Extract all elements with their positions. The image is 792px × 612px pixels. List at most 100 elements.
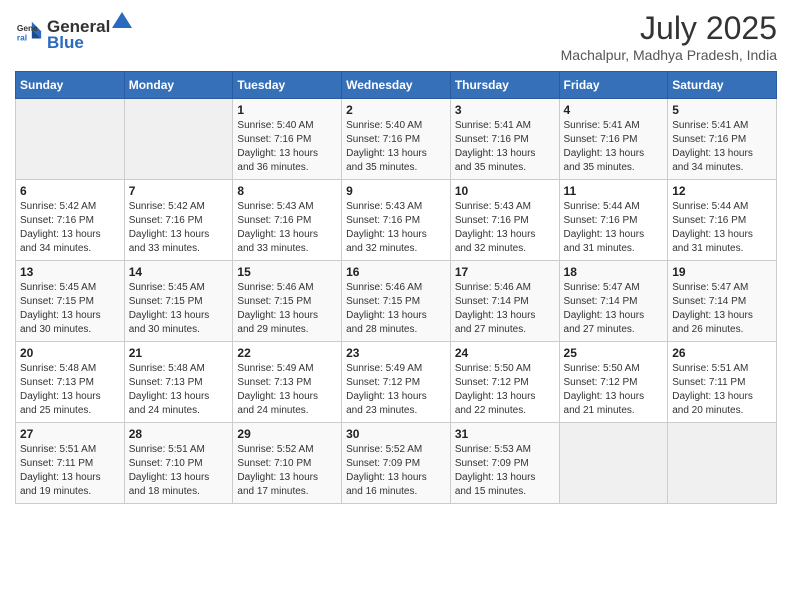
calendar-cell: [668, 423, 777, 504]
day-number: 23: [346, 346, 446, 360]
calendar-week-row: 1 Sunrise: 5:40 AMSunset: 7:16 PMDaylight…: [16, 99, 777, 180]
day-number: 3: [455, 103, 555, 117]
calendar-cell: 14 Sunrise: 5:45 AMSunset: 7:15 PMDayligh…: [124, 261, 233, 342]
day-number: 12: [672, 184, 772, 198]
day-number: 10: [455, 184, 555, 198]
day-number: 11: [564, 184, 664, 198]
day-info: Sunrise: 5:43 AMSunset: 7:16 PMDaylight:…: [455, 200, 555, 256]
day-number: 22: [237, 346, 337, 360]
day-info: Sunrise: 5:52 AMSunset: 7:09 PMDaylight:…: [346, 443, 446, 499]
weekday-header: Friday: [559, 72, 668, 99]
calendar-week-row: 20 Sunrise: 5:48 AMSunset: 7:13 PMDayligh…: [16, 342, 777, 423]
weekday-header: Tuesday: [233, 72, 342, 99]
calendar-cell: 19 Sunrise: 5:47 AMSunset: 7:14 PMDayligh…: [668, 261, 777, 342]
weekday-header: Monday: [124, 72, 233, 99]
calendar-cell: 12Sunrise: 5:44 AMSunset: 7:16 PMDayligh…: [668, 180, 777, 261]
day-number: 19: [672, 265, 772, 279]
day-info: Sunrise: 5:48 AMSunset: 7:13 PMDaylight:…: [20, 362, 120, 418]
calendar-cell: 28Sunrise: 5:51 AMSunset: 7:10 PMDayligh…: [124, 423, 233, 504]
day-number: 27: [20, 427, 120, 441]
calendar-cell: 22 Sunrise: 5:49 AMSunset: 7:13 PMDayligh…: [233, 342, 342, 423]
calendar-cell: 8Sunrise: 5:43 AMSunset: 7:16 PMDaylight…: [233, 180, 342, 261]
calendar-cell: 31Sunrise: 5:53 AMSunset: 7:09 PMDayligh…: [450, 423, 559, 504]
weekday-header: Thursday: [450, 72, 559, 99]
calendar-cell: 5 Sunrise: 5:41 AMSunset: 7:16 PMDaylight…: [668, 99, 777, 180]
calendar-cell: [124, 99, 233, 180]
day-info: Sunrise: 5:47 AMSunset: 7:14 PMDaylight:…: [672, 281, 772, 337]
day-info: Sunrise: 5:41 AMSunset: 7:16 PMDaylight:…: [564, 119, 664, 175]
day-number: 18: [564, 265, 664, 279]
day-info: Sunrise: 5:43 AMSunset: 7:16 PMDaylight:…: [237, 200, 337, 256]
day-number: 1: [237, 103, 337, 117]
calendar-cell: [16, 99, 125, 180]
calendar-cell: 30 Sunrise: 5:52 AMSunset: 7:09 PMDayligh…: [342, 423, 451, 504]
day-info: Sunrise: 5:42 AMSunset: 7:16 PMDaylight:…: [129, 200, 229, 256]
day-number: 5: [672, 103, 772, 117]
calendar-cell: 4 Sunrise: 5:41 AMSunset: 7:16 PMDaylight…: [559, 99, 668, 180]
calendar-cell: 23 Sunrise: 5:49 AMSunset: 7:12 PMDayligh…: [342, 342, 451, 423]
day-number: 4: [564, 103, 664, 117]
location: Machalpur, Madhya Pradesh, India: [561, 47, 777, 63]
month-year: July 2025: [561, 10, 777, 47]
day-info: Sunrise: 5:51 AMSunset: 7:11 PMDaylight:…: [20, 443, 120, 499]
day-info: Sunrise: 5:45 AMSunset: 7:15 PMDaylight:…: [20, 281, 120, 337]
day-info: Sunrise: 5:46 AMSunset: 7:15 PMDaylight:…: [346, 281, 446, 337]
day-number: 9: [346, 184, 446, 198]
day-number: 17: [455, 265, 555, 279]
svg-text:ral: ral: [17, 32, 27, 42]
calendar-cell: 25 Sunrise: 5:50 AMSunset: 7:12 PMDayligh…: [559, 342, 668, 423]
calendar-cell: 7 Sunrise: 5:42 AMSunset: 7:16 PMDaylight…: [124, 180, 233, 261]
calendar-cell: 29 Sunrise: 5:52 AMSunset: 7:10 PMDayligh…: [233, 423, 342, 504]
calendar-cell: 15Sunrise: 5:46 AMSunset: 7:15 PMDayligh…: [233, 261, 342, 342]
day-info: Sunrise: 5:44 AMSunset: 7:16 PMDaylight:…: [564, 200, 664, 256]
day-number: 16: [346, 265, 446, 279]
day-info: Sunrise: 5:49 AMSunset: 7:13 PMDaylight:…: [237, 362, 337, 418]
calendar-cell: 24Sunrise: 5:50 AMSunset: 7:12 PMDayligh…: [450, 342, 559, 423]
calendar-cell: 10 Sunrise: 5:43 AMSunset: 7:16 PMDayligh…: [450, 180, 559, 261]
day-number: 14: [129, 265, 229, 279]
day-number: 30: [346, 427, 446, 441]
weekday-header: Wednesday: [342, 72, 451, 99]
day-info: Sunrise: 5:45 AMSunset: 7:15 PMDaylight:…: [129, 281, 229, 337]
logo-triangle-icon: [111, 10, 133, 32]
calendar-cell: 26Sunrise: 5:51 AMSunset: 7:11 PMDayligh…: [668, 342, 777, 423]
calendar-cell: [559, 423, 668, 504]
calendar-cell: 20 Sunrise: 5:48 AMSunset: 7:13 PMDayligh…: [16, 342, 125, 423]
day-info: Sunrise: 5:51 AMSunset: 7:10 PMDaylight:…: [129, 443, 229, 499]
logo-text: General Blue: [47, 10, 134, 53]
day-number: 26: [672, 346, 772, 360]
day-number: 25: [564, 346, 664, 360]
calendar-week-row: 27 Sunrise: 5:51 AMSunset: 7:11 PMDayligh…: [16, 423, 777, 504]
day-info: Sunrise: 5:48 AMSunset: 7:13 PMDaylight:…: [129, 362, 229, 418]
day-info: Sunrise: 5:52 AMSunset: 7:10 PMDaylight:…: [237, 443, 337, 499]
calendar-cell: 2Sunrise: 5:40 AMSunset: 7:16 PMDaylight…: [342, 99, 451, 180]
weekday-header: Saturday: [668, 72, 777, 99]
day-info: Sunrise: 5:42 AMSunset: 7:16 PMDaylight:…: [20, 200, 120, 256]
day-info: Sunrise: 5:49 AMSunset: 7:12 PMDaylight:…: [346, 362, 446, 418]
calendar-table: SundayMondayTuesdayWednesdayThursdayFrid…: [15, 71, 777, 504]
day-info: Sunrise: 5:40 AMSunset: 7:16 PMDaylight:…: [346, 119, 446, 175]
calendar-cell: 11 Sunrise: 5:44 AMSunset: 7:16 PMDayligh…: [559, 180, 668, 261]
calendar-cell: 13Sunrise: 5:45 AMSunset: 7:15 PMDayligh…: [16, 261, 125, 342]
weekday-header: Sunday: [16, 72, 125, 99]
day-number: 31: [455, 427, 555, 441]
day-number: 15: [237, 265, 337, 279]
day-info: Sunrise: 5:40 AMSunset: 7:16 PMDaylight:…: [237, 119, 337, 175]
page-header: Gene ral General Blue July 2025 Machalpu…: [15, 10, 777, 63]
calendar-cell: 16 Sunrise: 5:46 AMSunset: 7:15 PMDayligh…: [342, 261, 451, 342]
day-info: Sunrise: 5:41 AMSunset: 7:16 PMDaylight:…: [455, 119, 555, 175]
calendar-cell: 21Sunrise: 5:48 AMSunset: 7:13 PMDayligh…: [124, 342, 233, 423]
day-info: Sunrise: 5:43 AMSunset: 7:16 PMDaylight:…: [346, 200, 446, 256]
day-info: Sunrise: 5:50 AMSunset: 7:12 PMDaylight:…: [564, 362, 664, 418]
day-number: 24: [455, 346, 555, 360]
calendar-cell: 17Sunrise: 5:46 AMSunset: 7:14 PMDayligh…: [450, 261, 559, 342]
weekday-header-row: SundayMondayTuesdayWednesdayThursdayFrid…: [16, 72, 777, 99]
calendar-cell: 3 Sunrise: 5:41 AMSunset: 7:16 PMDaylight…: [450, 99, 559, 180]
day-info: Sunrise: 5:41 AMSunset: 7:16 PMDaylight:…: [672, 119, 772, 175]
calendar-week-row: 13Sunrise: 5:45 AMSunset: 7:15 PMDayligh…: [16, 261, 777, 342]
calendar-cell: 9 Sunrise: 5:43 AMSunset: 7:16 PMDaylight…: [342, 180, 451, 261]
day-number: 7: [129, 184, 229, 198]
day-number: 20: [20, 346, 120, 360]
day-number: 29: [237, 427, 337, 441]
calendar-week-row: 6Sunrise: 5:42 AMSunset: 7:16 PMDaylight…: [16, 180, 777, 261]
